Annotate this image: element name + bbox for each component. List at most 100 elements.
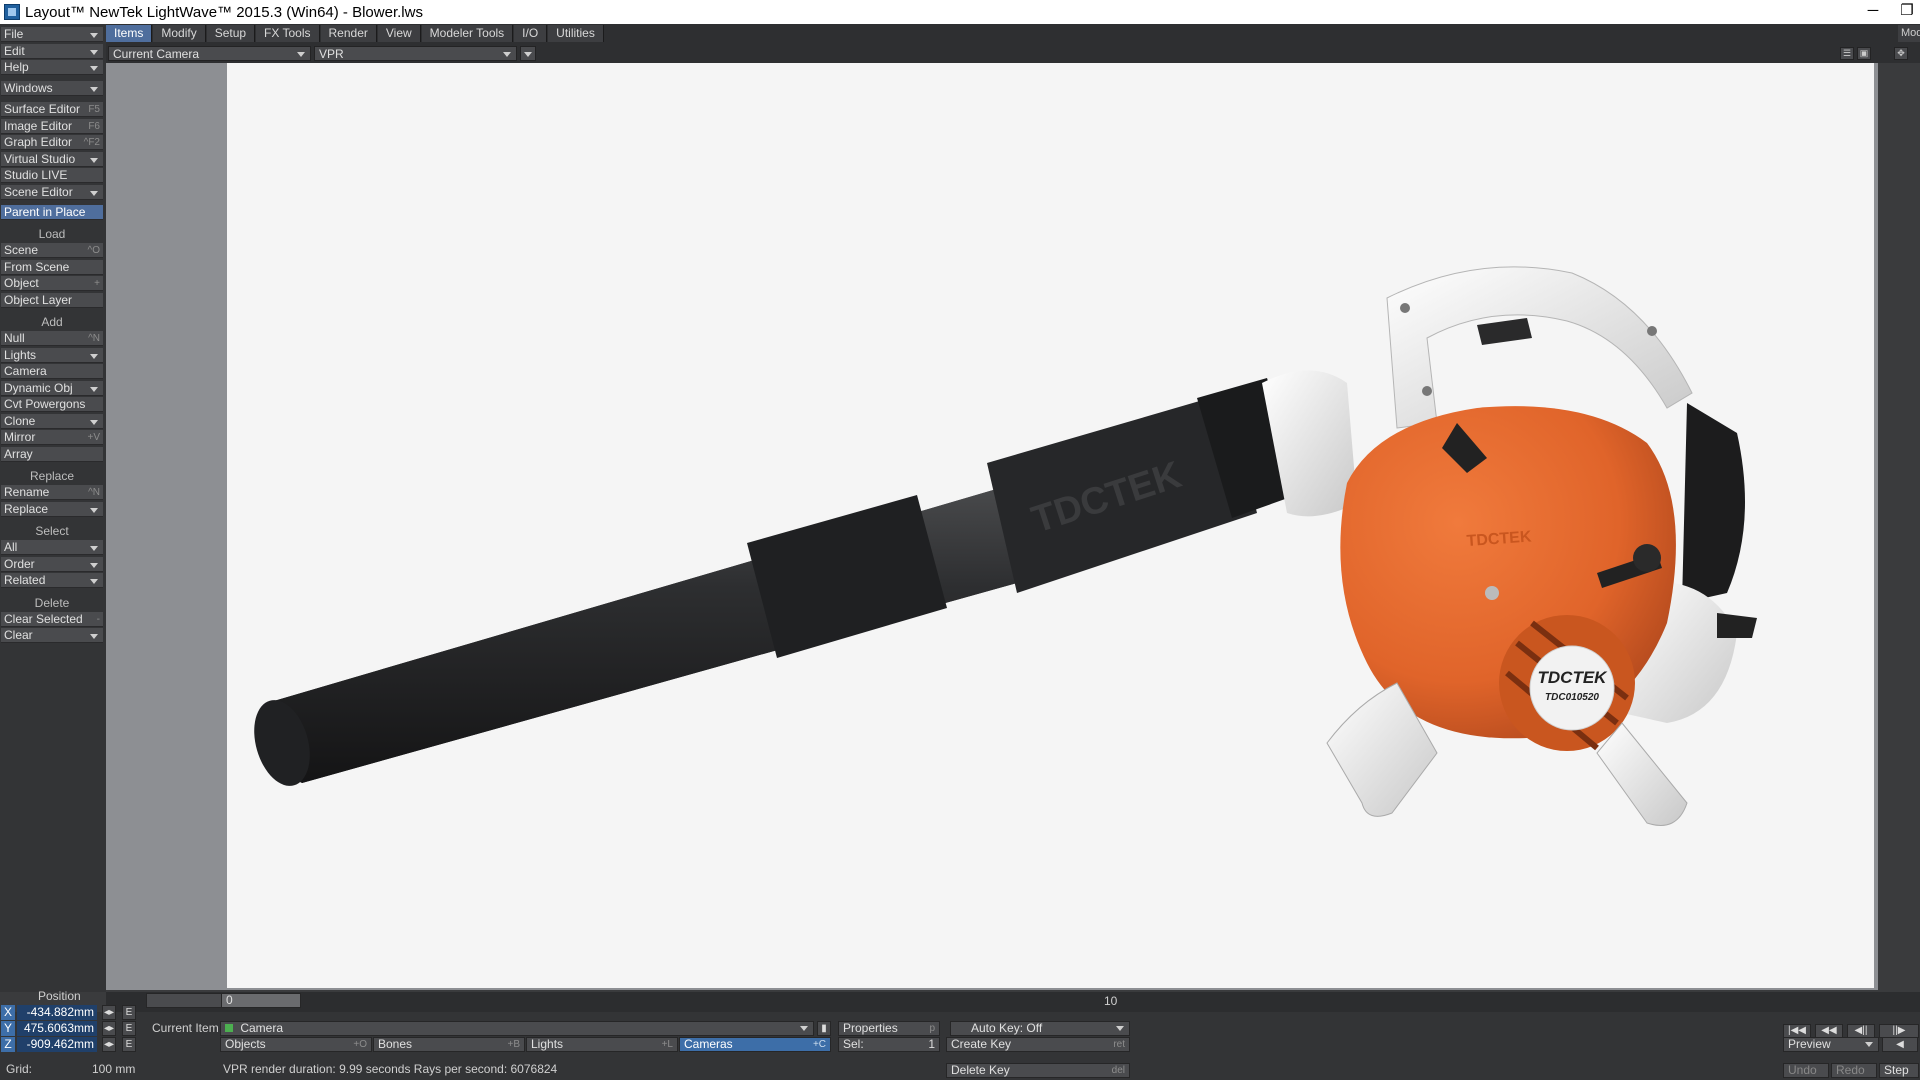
image-editor-button[interactable]: Image Editor F6 [1, 118, 103, 134]
virtual-studio-button[interactable]: Virtual Studio [1, 151, 103, 167]
clear-button[interactable]: Clear [1, 628, 103, 643]
surface-editor-button[interactable]: Surface Editor F5 [1, 102, 103, 117]
x-spin-icon[interactable]: ◂▸ [102, 1005, 116, 1020]
item-info-icon[interactable]: ▮ [817, 1021, 831, 1036]
tab-setup[interactable]: Setup [206, 25, 256, 42]
timeline-bar[interactable]: 0 0 10 [106, 992, 1920, 1012]
current-item-value: Camera [240, 1021, 284, 1035]
chevron-down-icon [90, 562, 98, 568]
select-all-button[interactable]: All [1, 540, 103, 555]
scene-editor-button[interactable]: Scene Editor [1, 184, 103, 200]
replace-button[interactable]: Replace [1, 501, 103, 517]
chevron-down-icon [90, 157, 98, 163]
y-position-field[interactable]: 475.6063mm [17, 1021, 97, 1036]
previous-frame-icon[interactable]: ◀|| [1847, 1024, 1875, 1038]
tab-items[interactable]: Items [106, 25, 153, 42]
status-message: VPR render duration: 9.99 seconds Rays p… [223, 1062, 558, 1076]
step-button[interactable]: Step [1879, 1063, 1919, 1078]
first-frame-icon[interactable]: |◀◀ [1783, 1024, 1811, 1038]
position-label: Position [38, 989, 81, 1003]
next-frame-icon[interactable]: ||▶ [1879, 1024, 1919, 1038]
chevron-down-icon [90, 579, 98, 584]
load-from-scene-button[interactable]: From Scene [1, 259, 103, 275]
move-view-icon[interactable]: ✥ [1894, 47, 1908, 60]
parent-in-place-button[interactable]: Parent in Place [1, 205, 103, 220]
tab-utilities[interactable]: Utilities [548, 25, 604, 42]
previous-key-icon[interactable]: ◀◀ [1815, 1024, 1843, 1038]
x-position-field[interactable]: -434.882mm [17, 1005, 97, 1020]
menu-windows-button[interactable]: Windows [1, 80, 103, 96]
load-scene-button[interactable]: Scene ^O [1, 243, 103, 258]
tab-io[interactable]: I/O [514, 25, 548, 42]
chevron-down-icon [297, 52, 305, 57]
modeler-switch-button[interactable]: Mod [1898, 25, 1920, 42]
clear-button-label: Clear [4, 628, 33, 642]
y-spin-icon[interactable]: ◂▸ [102, 1021, 116, 1036]
chevron-down-icon [524, 52, 532, 57]
z-axis-toggle[interactable]: Z [1, 1037, 15, 1052]
clear-selected-button[interactable]: Clear Selected - [1, 611, 103, 627]
x-axis-toggle[interactable]: X [1, 1005, 15, 1020]
graph-editor-button[interactable]: Graph Editor ^F2 [1, 135, 103, 150]
add-mirror-button[interactable]: Mirror +V [1, 430, 103, 445]
select-order-button[interactable]: Order [1, 556, 103, 572]
list-icon[interactable]: ☰ [1840, 47, 1854, 60]
undo-button[interactable]: Undo [1783, 1063, 1829, 1078]
menu-edit-button[interactable]: Edit [1, 43, 103, 59]
bones-filter-button[interactable]: Bones +B [373, 1037, 525, 1052]
objects-label: Objects [225, 1037, 266, 1051]
tab-fx-tools[interactable]: FX Tools [256, 25, 320, 42]
maximize-viewport-icon[interactable]: ▣ [1857, 47, 1871, 60]
render-mode-select[interactable]: VPR [314, 46, 517, 61]
z-spin-icon[interactable]: ◂▸ [102, 1037, 116, 1052]
minimize-button[interactable]: ─ [1858, 0, 1888, 24]
add-camera-button[interactable]: Camera [1, 364, 103, 379]
add-lights-button[interactable]: Lights [1, 347, 103, 363]
timeline-slider-thumb[interactable]: 0 [221, 993, 301, 1008]
tab-view[interactable]: View [377, 25, 421, 42]
load-object-button[interactable]: Object + [1, 276, 103, 291]
redo-button[interactable]: Redo [1831, 1063, 1877, 1078]
menu-file-button[interactable]: File [1, 27, 103, 42]
add-dynamic-obj-button[interactable]: Dynamic Obj [1, 380, 103, 396]
camera-view-select[interactable]: Current Camera [108, 46, 311, 61]
add-cvt-powergons-button[interactable]: Cvt Powergons [1, 397, 103, 412]
y-axis-toggle[interactable]: Y [1, 1021, 15, 1036]
objects-filter-button[interactable]: Objects +O [220, 1037, 372, 1052]
z-position-field[interactable]: -909.462mm [17, 1037, 97, 1052]
tab-modify[interactable]: Modify [153, 25, 206, 42]
x-envelope-button[interactable]: E [122, 1005, 136, 1020]
tab-modeler-tools[interactable]: Modeler Tools [421, 25, 514, 42]
add-array-button[interactable]: Array [1, 446, 103, 462]
rename-button[interactable]: Rename ^N [1, 485, 103, 500]
studio-live-button[interactable]: Studio LIVE [1, 168, 103, 183]
add-null-button[interactable]: Null ^N [1, 331, 103, 346]
play-reverse-icon[interactable]: ◀ [1882, 1037, 1918, 1052]
delete-key-button[interactable]: Delete Key del [946, 1063, 1130, 1078]
clear-selected-button-shortcut: - [96, 613, 100, 625]
z-envelope-button[interactable]: E [122, 1037, 136, 1052]
create-key-label: Create Key [951, 1037, 1012, 1051]
properties-button[interactable]: Properties p [838, 1021, 940, 1036]
tab-render[interactable]: Render [320, 25, 377, 42]
render-options-button[interactable] [520, 46, 536, 61]
auto-key-select[interactable]: Auto Key: Off [950, 1021, 1130, 1036]
preview-select[interactable]: Preview [1783, 1037, 1879, 1052]
lights-filter-button[interactable]: Lights +L [526, 1037, 678, 1052]
select-related-button[interactable]: Related [1, 573, 103, 588]
camera-view-label: Current Camera [113, 47, 200, 61]
create-key-button[interactable]: Create Key ret [946, 1037, 1130, 1052]
cameras-filter-button[interactable]: Cameras +C [679, 1037, 831, 1052]
current-item-select[interactable]: Camera [220, 1021, 814, 1036]
load-object-button-shortcut: + [94, 278, 100, 289]
layout-viewport[interactable]: TDCTEK TDCTEK TDC010520 TDCTEK [227, 63, 1874, 988]
menu-help-button[interactable]: Help [1, 60, 103, 75]
y-envelope-button[interactable]: E [122, 1021, 136, 1036]
restore-button[interactable]: ❐ [1892, 0, 1920, 24]
load-object-layer-button[interactable]: Object Layer [1, 292, 103, 308]
menu-help-button-label: Help [4, 60, 29, 74]
cameras-shortcut: +C [812, 1039, 826, 1050]
add-clone-button[interactable]: Clone [1, 413, 103, 429]
chevron-down-icon [90, 190, 98, 196]
current-item-label: Current Item [152, 1021, 219, 1035]
